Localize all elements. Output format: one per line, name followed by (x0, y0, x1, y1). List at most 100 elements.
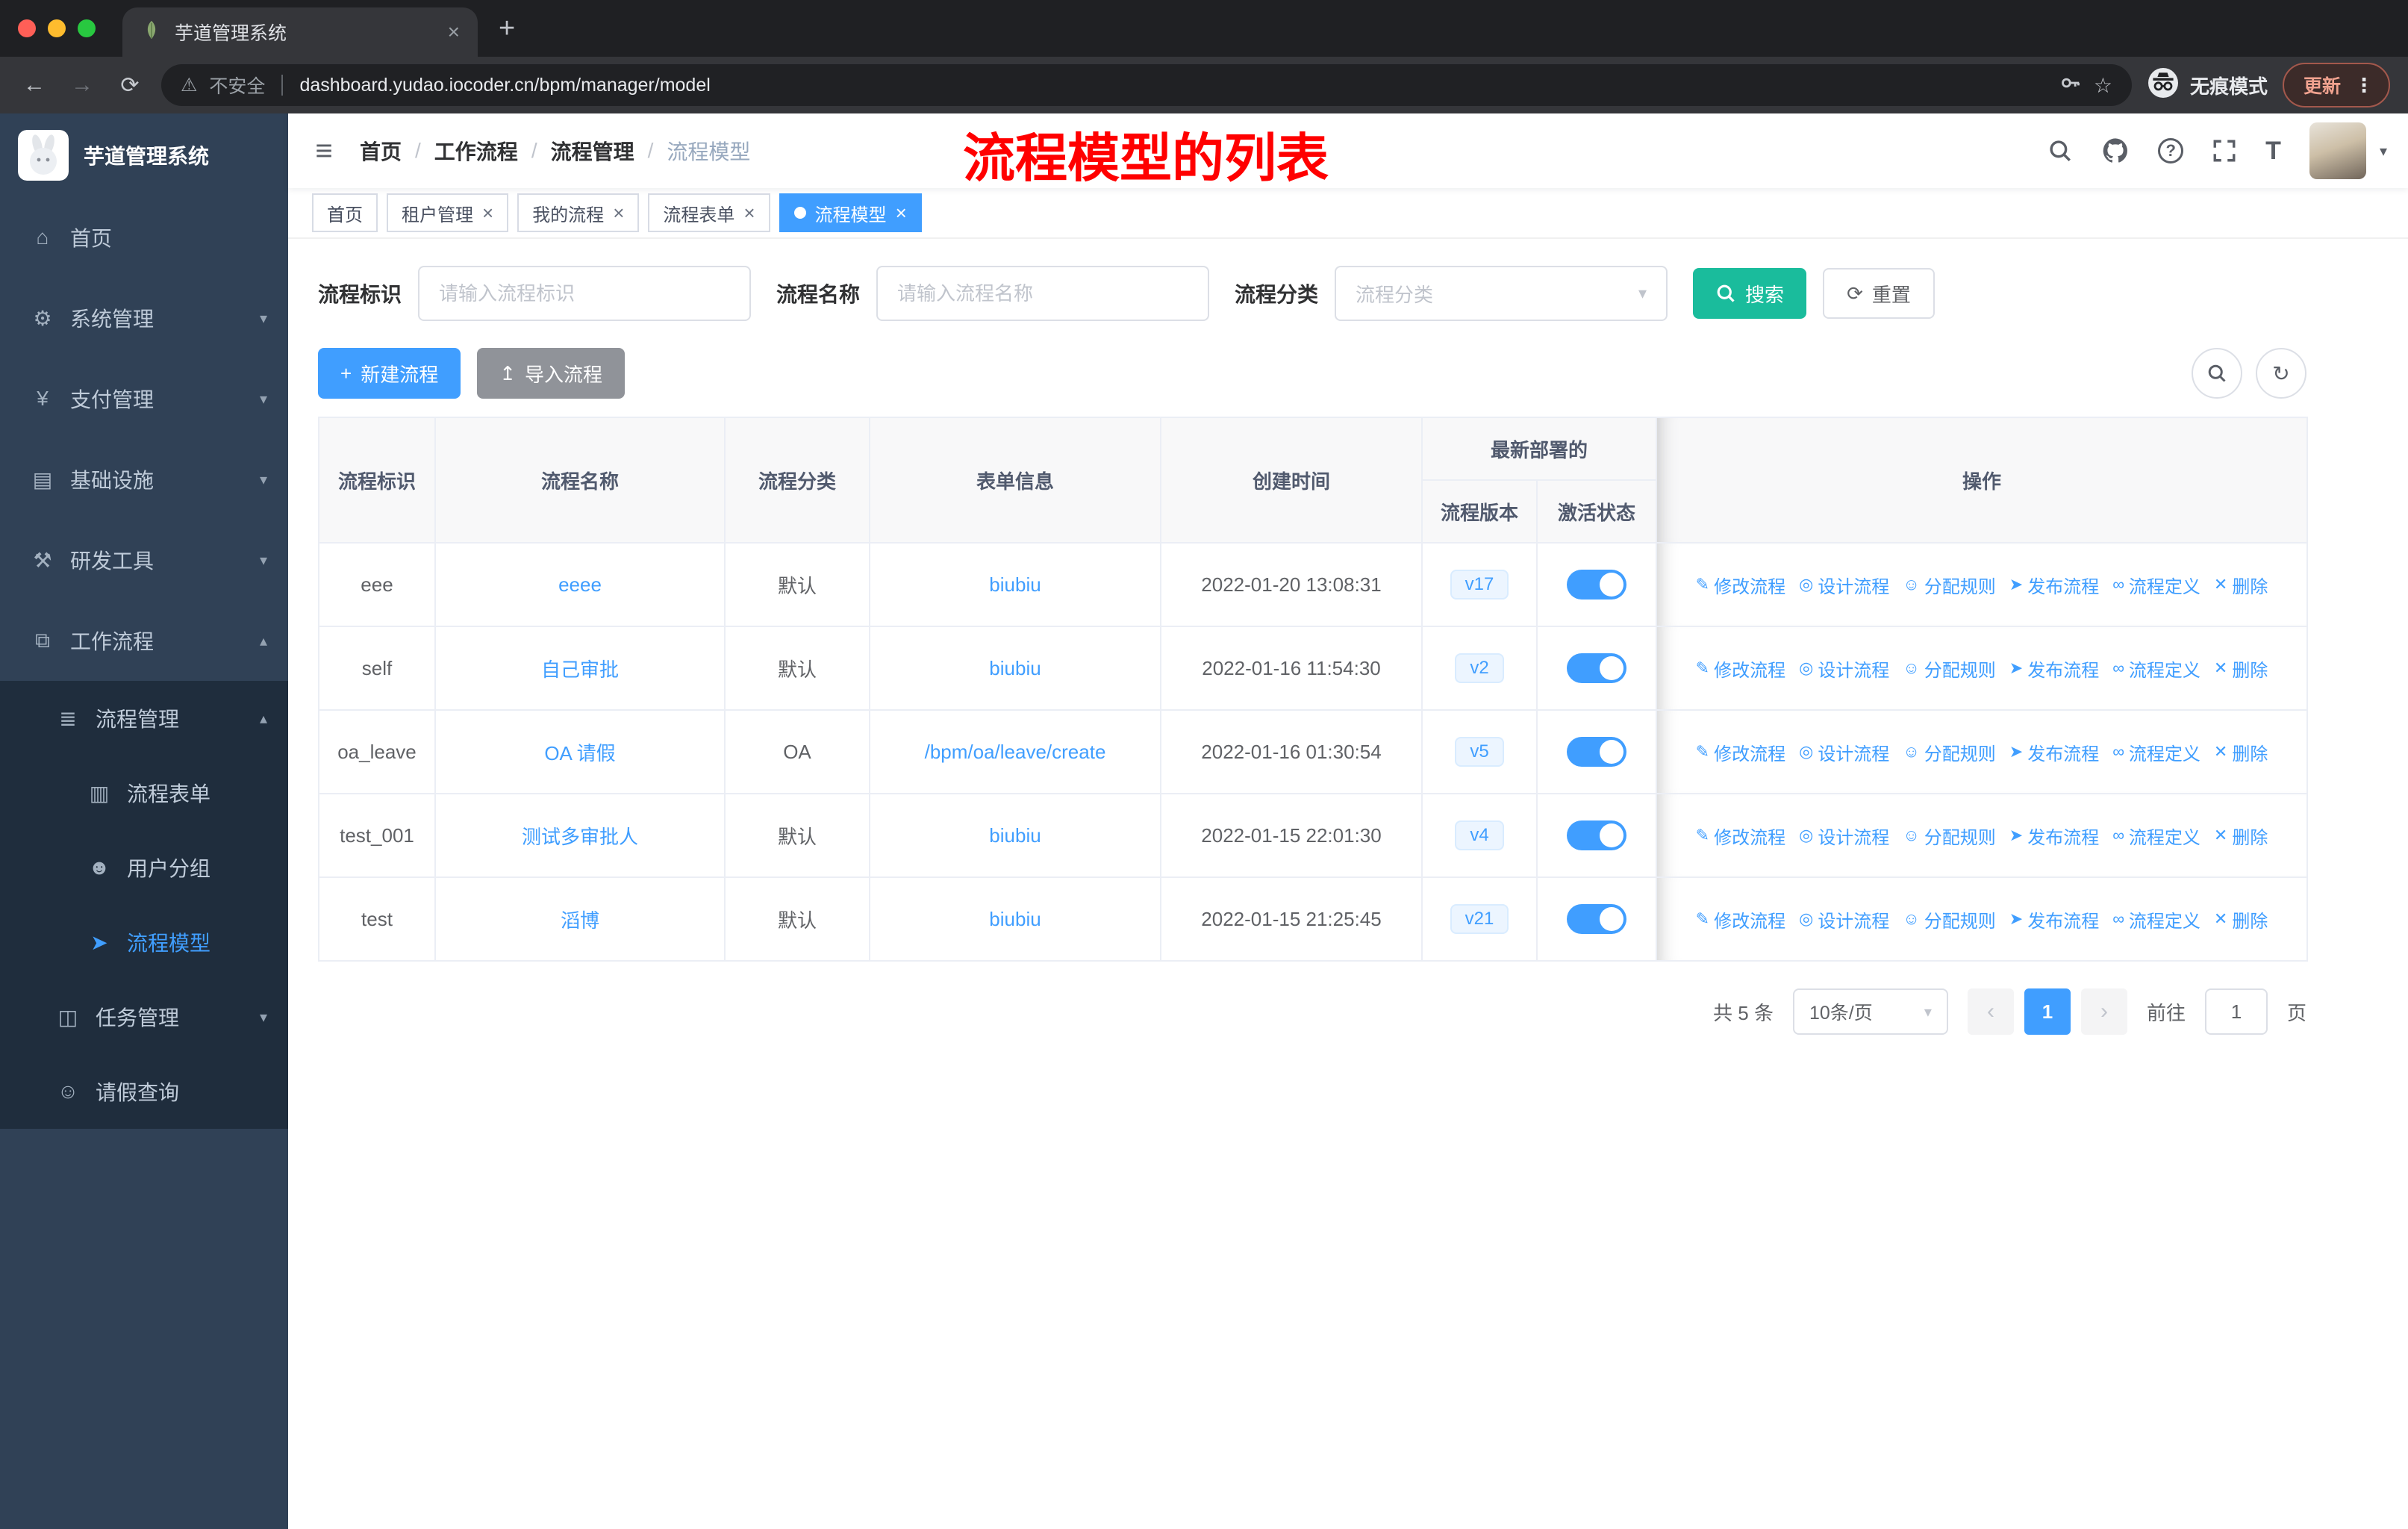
search-button[interactable]: 搜索 (1693, 268, 1807, 319)
avatar-caret-icon[interactable]: ▾ (2380, 142, 2387, 161)
delete-link[interactable]: ✕ 删除 (2214, 739, 2268, 765)
active-toggle[interactable] (1567, 820, 1626, 850)
modify-process-link[interactable]: ✎ 修改流程 (1696, 572, 1785, 598)
sidebar-item-process-mgmt[interactable]: ≣ 流程管理 ▴ (0, 681, 288, 756)
process-name-link[interactable]: OA 请假 (544, 742, 615, 764)
key-icon[interactable] (2059, 72, 2082, 99)
assign-rules-link[interactable]: ☺ 分配规则 (1903, 739, 1995, 765)
refresh-button[interactable]: ↻ (2256, 348, 2306, 399)
publish-process-link[interactable]: ➤ 发布流程 (2009, 739, 2099, 765)
process-name-link[interactable]: 测试多审批人 (522, 826, 638, 848)
prev-page-button[interactable]: ‹ (1967, 988, 2014, 1035)
address-bar[interactable]: ⚠ 不安全 dashboard.yudao.iocoder.cn/bpm/man… (161, 64, 2132, 106)
form-info-link[interactable]: biubiu (989, 657, 1041, 679)
modify-process-link[interactable]: ✎ 修改流程 (1696, 739, 1785, 765)
fullscreen-icon[interactable] (2212, 138, 2237, 164)
sidebar-item-task-mgmt[interactable]: ◫ 任务管理 ▾ (0, 980, 288, 1054)
close-icon[interactable]: × (482, 202, 493, 225)
page-size-select[interactable]: 10条/页 ▾ (1792, 988, 1948, 1035)
publish-process-link[interactable]: ➤ 发布流程 (2009, 655, 2099, 682)
goto-page-input[interactable] (2204, 988, 2268, 1035)
delete-link[interactable]: ✕ 删除 (2214, 906, 2268, 932)
url-text[interactable]: dashboard.yudao.iocoder.cn/bpm/manager/m… (299, 75, 2047, 96)
form-info-link[interactable]: biubiu (989, 824, 1041, 847)
new-tab-button[interactable]: + (499, 13, 515, 45)
publish-process-link[interactable]: ➤ 发布流程 (2009, 906, 2099, 932)
browser-tab[interactable]: 芋道管理系统 × (122, 7, 478, 57)
tag-tenant-mgmt[interactable]: 租户管理 × (387, 193, 509, 232)
back-icon[interactable]: ← (18, 72, 51, 98)
form-info-link[interactable]: /bpm/oa/leave/create (925, 741, 1106, 763)
breadcrumb-workflow[interactable]: 工作流程 (434, 136, 518, 166)
toggle-search-button[interactable] (2192, 348, 2242, 399)
create-process-button[interactable]: + 新建流程 (318, 348, 461, 399)
tag-home[interactable]: 首页 (312, 193, 378, 232)
tag-process-form[interactable]: 流程表单 × (648, 193, 770, 232)
update-button[interactable]: 更新 ⋮ (2282, 63, 2390, 108)
sidebar-item-infrastructure[interactable]: ▤ 基础设施 ▾ (0, 439, 288, 520)
tag-my-process[interactable]: 我的流程 × (517, 193, 640, 232)
process-name-link[interactable]: 自己审批 (541, 658, 619, 681)
design-process-link[interactable]: ◎ 设计流程 (1799, 739, 1889, 765)
sidebar-item-workflow[interactable]: ⧉ 工作流程 ▴ (0, 600, 288, 681)
app-logo[interactable]: 芋道管理系统 (0, 113, 288, 197)
assign-rules-link[interactable]: ☺ 分配规则 (1903, 906, 1995, 932)
modify-process-link[interactable]: ✎ 修改流程 (1696, 655, 1785, 682)
active-toggle[interactable] (1567, 904, 1626, 934)
forward-icon[interactable]: → (66, 72, 99, 98)
active-toggle[interactable] (1567, 570, 1626, 600)
form-info-link[interactable]: biubiu (989, 573, 1041, 596)
close-icon[interactable]: × (613, 202, 624, 225)
search-icon[interactable] (2047, 138, 2073, 164)
assign-rules-link[interactable]: ☺ 分配规则 (1903, 572, 1995, 598)
process-name-link[interactable]: 滔博 (561, 909, 599, 932)
process-name-link[interactable]: eeee (558, 573, 602, 596)
process-definition-link[interactable]: ∞ 流程定义 (2112, 823, 2200, 849)
modify-process-link[interactable]: ✎ 修改流程 (1696, 906, 1785, 932)
next-page-button[interactable]: › (2080, 988, 2127, 1035)
publish-process-link[interactable]: ➤ 发布流程 (2009, 572, 2099, 598)
help-icon[interactable]: ? (2158, 138, 2184, 164)
browser-menu-icon[interactable]: ⋮ (2354, 74, 2374, 97)
bookmark-star-icon[interactable]: ☆ (2094, 73, 2112, 98)
close-icon[interactable]: × (743, 202, 755, 225)
reset-button[interactable]: ⟳ 重置 (1823, 268, 1935, 319)
process-definition-link[interactable]: ∞ 流程定义 (2112, 739, 2200, 765)
design-process-link[interactable]: ◎ 设计流程 (1799, 906, 1889, 932)
process-definition-link[interactable]: ∞ 流程定义 (2112, 906, 2200, 932)
maximize-window-button[interactable] (78, 19, 96, 37)
sidebar-item-system-mgmt[interactable]: ⚙ 系统管理 ▾ (0, 278, 288, 358)
design-process-link[interactable]: ◎ 设计流程 (1799, 655, 1889, 682)
tag-process-model[interactable]: 流程模型 × (779, 193, 922, 232)
active-toggle[interactable] (1567, 737, 1626, 767)
assign-rules-link[interactable]: ☺ 分配规则 (1903, 655, 1995, 682)
design-process-link[interactable]: ◎ 设计流程 (1799, 823, 1889, 849)
process-id-input[interactable] (418, 266, 752, 321)
modify-process-link[interactable]: ✎ 修改流程 (1696, 823, 1785, 849)
assign-rules-link[interactable]: ☺ 分配规则 (1903, 823, 1995, 849)
sidebar-item-home[interactable]: ⌂ 首页 (0, 197, 288, 278)
breadcrumb-process-mgmt[interactable]: 流程管理 (551, 136, 634, 166)
minimize-window-button[interactable] (48, 19, 66, 37)
category-select[interactable]: 流程分类 ▾ (1335, 266, 1668, 321)
close-icon[interactable]: × (896, 202, 907, 225)
import-process-button[interactable]: ↥ 导入流程 (477, 348, 626, 399)
delete-link[interactable]: ✕ 删除 (2214, 823, 2268, 849)
form-info-link[interactable]: biubiu (989, 908, 1041, 930)
close-tab-icon[interactable]: × (448, 20, 460, 44)
design-process-link[interactable]: ◎ 设计流程 (1799, 572, 1889, 598)
user-avatar[interactable] (2309, 122, 2366, 179)
close-window-button[interactable] (18, 19, 36, 37)
active-toggle[interactable] (1567, 653, 1626, 683)
sidebar-item-process-form[interactable]: ▥ 流程表单 (0, 756, 288, 830)
delete-link[interactable]: ✕ 删除 (2214, 572, 2268, 598)
breadcrumb-home[interactable]: 首页 (360, 136, 402, 166)
sidebar-item-leave-query[interactable]: ☺ 请假查询 (0, 1054, 288, 1129)
sidebar-item-process-model[interactable]: ➤ 流程模型 (0, 905, 288, 980)
process-name-input[interactable] (876, 266, 1210, 321)
sidebar-toggle-icon[interactable]: ≡ (288, 134, 360, 168)
process-definition-link[interactable]: ∞ 流程定义 (2112, 655, 2200, 682)
github-icon[interactable] (2101, 137, 2130, 165)
page-1-button[interactable]: 1 (2024, 988, 2071, 1035)
process-definition-link[interactable]: ∞ 流程定义 (2112, 572, 2200, 598)
